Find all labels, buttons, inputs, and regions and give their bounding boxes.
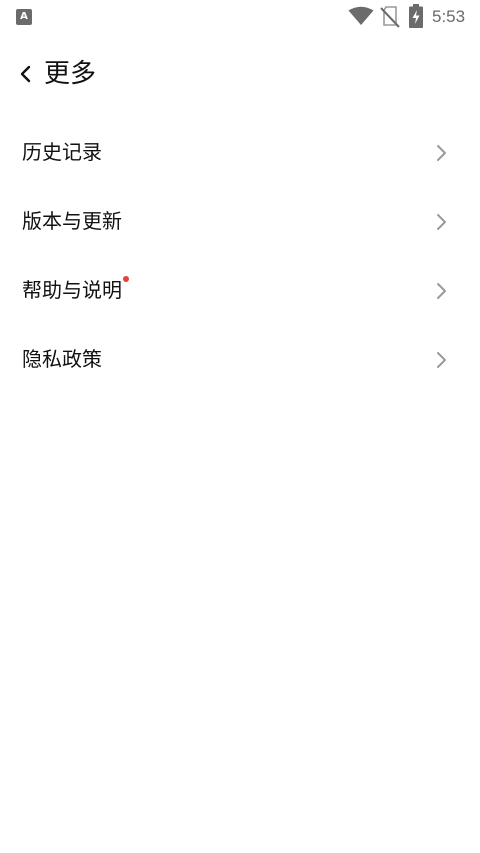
no-sim-icon	[380, 6, 400, 28]
status-time: 5:53	[432, 7, 466, 26]
menu-item-label-text: 历史记录	[22, 140, 102, 164]
chevron-left-icon	[20, 65, 31, 83]
chevron-right-icon	[437, 283, 446, 299]
wifi-icon	[348, 6, 374, 25]
header: 更多	[0, 50, 480, 98]
menu-item-help[interactable]: 帮助与说明	[0, 256, 480, 325]
back-button[interactable]	[14, 60, 40, 88]
chevron-right-icon	[437, 214, 446, 230]
page-title: 更多	[44, 59, 97, 89]
battery-charging-icon	[409, 4, 423, 28]
notification-a-icon: A	[16, 9, 32, 25]
chevron-right-icon	[437, 145, 446, 161]
menu-item-label-text: 隐私政策	[22, 347, 102, 371]
more-screen: A 5:53 更多 历史记录 版本与更新 帮助与说明 隐私政策	[0, 0, 480, 853]
menu-item-label: 历史记录	[22, 138, 102, 166]
menu-list: 历史记录 版本与更新 帮助与说明 隐私政策	[0, 118, 480, 394]
chevron-right-icon	[437, 352, 446, 368]
menu-item-label-text: 帮助与说明	[22, 278, 122, 302]
menu-item-label-text: 版本与更新	[22, 209, 122, 233]
new-badge-dot	[123, 276, 129, 282]
menu-item-version-update[interactable]: 版本与更新	[0, 187, 480, 256]
menu-item-label: 版本与更新	[22, 207, 122, 235]
menu-item-label: 帮助与说明	[22, 276, 129, 304]
menu-item-history[interactable]: 历史记录	[0, 118, 480, 187]
status-bar: A 5:53	[0, 0, 480, 34]
menu-item-label: 隐私政策	[22, 345, 102, 373]
menu-item-privacy-policy[interactable]: 隐私政策	[0, 325, 480, 394]
